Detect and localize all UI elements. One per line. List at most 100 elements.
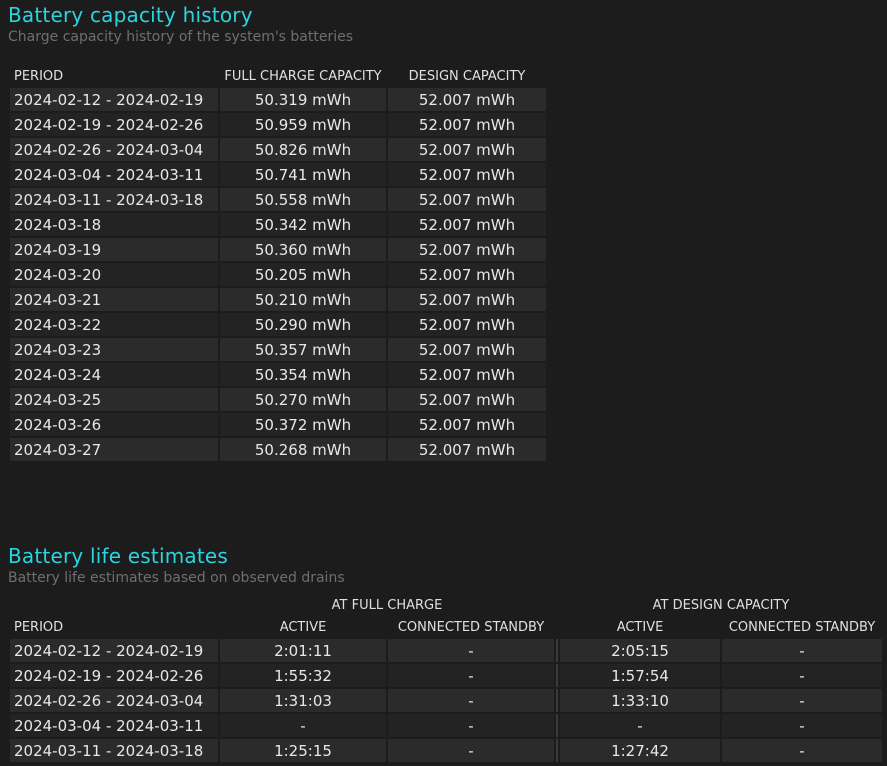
table-row: 2024-02-12 - 2024-02-19 50.319 mWh 52.007 …: [10, 88, 546, 111]
cell-full-charge-capacity: 50.210 mWh: [220, 288, 386, 311]
cell-full-active: -: [220, 714, 386, 737]
cell-period: 2024-02-19 - 2024-02-26: [10, 664, 218, 687]
group-at-full-charge: AT FULL CHARGE: [331, 597, 443, 613]
cell-design-connected-standby: -: [722, 689, 882, 712]
column-divider: [556, 714, 558, 737]
col-full-connected-standby: CONNECTED STANDBY: [397, 619, 545, 635]
cell-design-capacity: 52.007 mWh: [388, 313, 546, 336]
table-row: 2024-03-27 50.268 mWh 52.007 mWh: [10, 438, 546, 461]
cell-period: 2024-03-19: [10, 238, 218, 261]
cell-full-charge-capacity: 50.270 mWh: [220, 388, 386, 411]
cell-full-connected-standby: -: [388, 639, 554, 662]
capacity-header-row: PERIOD FULL CHARGE CAPACITY DESIGN CAPAC…: [10, 66, 546, 86]
cell-full-active: 1:31:03: [220, 689, 386, 712]
cell-design-capacity: 52.007 mWh: [388, 213, 546, 236]
cell-full-charge-capacity: 50.357 mWh: [220, 338, 386, 361]
column-divider: [556, 739, 558, 762]
group-separator: [556, 595, 558, 615]
table-row: 2024-03-24 50.354 mWh 52.007 mWh: [10, 363, 546, 386]
cell-period: 2024-03-11 - 2024-03-18: [10, 188, 218, 211]
estimates-title: Battery life estimates: [8, 544, 229, 568]
cell-full-charge-capacity: 50.741 mWh: [220, 163, 386, 186]
col-period: PERIOD: [14, 68, 64, 84]
col-design-connected-standby: CONNECTED STANDBY: [728, 619, 876, 635]
cell-full-charge-capacity: 50.372 mWh: [220, 413, 386, 436]
estimates-table: AT FULL CHARGE AT DESIGN CAPACITY PERIOD…: [8, 593, 884, 764]
cell-design-capacity: 52.007 mWh: [388, 438, 546, 461]
table-row: 2024-02-19 - 2024-02-26 1:55:32-1:57:54-: [10, 664, 882, 687]
cell-period: 2024-02-12 - 2024-02-19: [10, 639, 218, 662]
cell-design-active: 2:05:15: [560, 639, 720, 662]
cell-full-charge-capacity: 50.290 mWh: [220, 313, 386, 336]
capacity-section: Battery capacity history Charge capacity…: [8, 2, 353, 46]
cell-full-connected-standby: -: [388, 689, 554, 712]
cell-design-capacity: 52.007 mWh: [388, 388, 546, 411]
cell-design-capacity: 52.007 mWh: [388, 338, 546, 361]
table-row: 2024-03-18 50.342 mWh 52.007 mWh: [10, 213, 546, 236]
cell-period: 2024-03-27: [10, 438, 218, 461]
estimates-header-row: PERIOD ACTIVE CONNECTED STANDBY ACTIVE C…: [10, 617, 882, 637]
cell-period: 2024-03-04 - 2024-03-11: [10, 714, 218, 737]
capacity-subtitle: Charge capacity history of the system's …: [8, 29, 354, 45]
group-spacer: [10, 595, 218, 615]
cell-period: 2024-03-23: [10, 338, 218, 361]
cell-full-charge-capacity: 50.826 mWh: [220, 138, 386, 161]
table-row: 2024-03-26 50.372 mWh 52.007 mWh: [10, 413, 546, 436]
table-row: 2024-03-19 50.360 mWh 52.007 mWh: [10, 238, 546, 261]
cell-design-connected-standby: -: [722, 714, 882, 737]
cell-period: 2024-02-26 - 2024-03-04: [10, 689, 218, 712]
cell-design-active: -: [560, 714, 720, 737]
cell-period: 2024-03-20: [10, 263, 218, 286]
table-row: 2024-03-11 - 2024-03-18 50.558 mWh 52.007 …: [10, 188, 546, 211]
cell-full-active: 1:25:15: [220, 739, 386, 762]
table-row: 2024-02-12 - 2024-02-19 2:01:11-2:05:15-: [10, 639, 882, 662]
col-design-active: ACTIVE: [616, 619, 664, 635]
cell-full-charge-capacity: 50.558 mWh: [220, 188, 386, 211]
cell-full-charge-capacity: 50.205 mWh: [220, 263, 386, 286]
cell-period: 2024-03-22: [10, 313, 218, 336]
table-row: 2024-03-25 50.270 mWh 52.007 mWh: [10, 388, 546, 411]
table-row: 2024-02-26 - 2024-03-04 50.826 mWh 52.007 …: [10, 138, 546, 161]
estimates-group-header-row: AT FULL CHARGE AT DESIGN CAPACITY: [10, 595, 882, 615]
table-row: 2024-03-04 - 2024-03-11 50.741 mWh 52.007 …: [10, 163, 546, 186]
table-row: 2024-03-20 50.205 mWh 52.007 mWh: [10, 263, 546, 286]
cell-period: 2024-03-21: [10, 288, 218, 311]
cell-design-active: 1:33:10: [560, 689, 720, 712]
cell-full-charge-capacity: 50.354 mWh: [220, 363, 386, 386]
cell-design-connected-standby: -: [722, 664, 882, 687]
cell-design-capacity: 52.007 mWh: [388, 238, 546, 261]
cell-period: 2024-02-26 - 2024-03-04: [10, 138, 218, 161]
cell-design-capacity: 52.007 mWh: [388, 263, 546, 286]
cell-full-charge-capacity: 50.319 mWh: [220, 88, 386, 111]
cell-period: 2024-02-12 - 2024-02-19: [10, 88, 218, 111]
table-row: 2024-03-22 50.290 mWh 52.007 mWh: [10, 313, 546, 336]
cell-period: 2024-03-24: [10, 363, 218, 386]
cell-full-connected-standby: -: [388, 664, 554, 687]
group-at-design-capacity: AT DESIGN CAPACITY: [652, 597, 790, 613]
col-separator: [556, 617, 558, 637]
column-divider: [556, 664, 558, 687]
column-divider: [556, 639, 558, 662]
table-row: 2024-03-04 - 2024-03-11- - - -: [10, 714, 882, 737]
capacity-table: PERIOD FULL CHARGE CAPACITY DESIGN CAPAC…: [8, 64, 548, 463]
cell-design-active: 1:27:42: [560, 739, 720, 762]
table-row: 2024-03-23 50.357 mWh 52.007 mWh: [10, 338, 546, 361]
column-divider: [556, 689, 558, 712]
cell-period: 2024-03-18: [10, 213, 218, 236]
cell-design-capacity: 52.007 mWh: [388, 113, 546, 136]
cell-design-capacity: 52.007 mWh: [388, 188, 546, 211]
table-row: 2024-03-11 - 2024-03-18 1:25:15-1:27:42-: [10, 739, 882, 762]
table-row: 2024-02-19 - 2024-02-26 50.959 mWh 52.007 …: [10, 113, 546, 136]
table-row: 2024-03-21 50.210 mWh 52.007 mWh: [10, 288, 546, 311]
cell-design-capacity: 52.007 mWh: [388, 413, 546, 436]
cell-full-charge-capacity: 50.360 mWh: [220, 238, 386, 261]
col-full-active: ACTIVE: [279, 619, 327, 635]
cell-design-connected-standby: -: [722, 639, 882, 662]
cell-design-capacity: 52.007 mWh: [388, 138, 546, 161]
cell-full-charge-capacity: 50.268 mWh: [220, 438, 386, 461]
cell-full-charge-capacity: 50.342 mWh: [220, 213, 386, 236]
cell-design-capacity: 52.007 mWh: [388, 88, 546, 111]
cell-full-charge-capacity: 50.959 mWh: [220, 113, 386, 136]
cell-period: 2024-03-11 - 2024-03-18: [10, 739, 218, 762]
col-full-charge-capacity: FULL CHARGE CAPACITY: [224, 68, 382, 84]
